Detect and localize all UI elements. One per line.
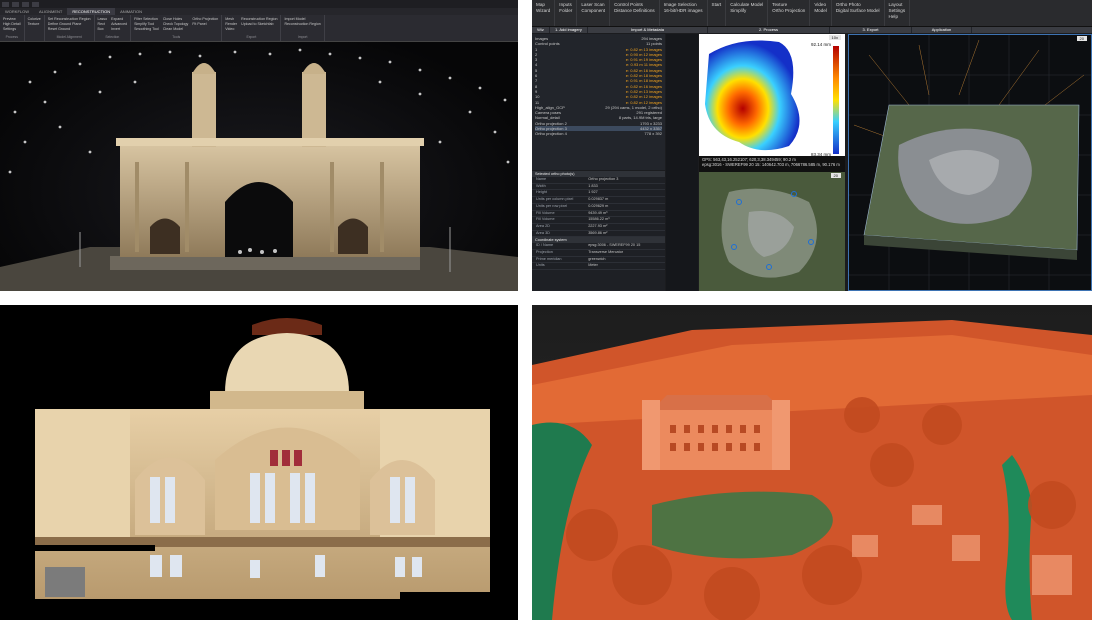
synagogue-section-render xyxy=(0,305,518,620)
property-row: Units Meter xyxy=(532,263,665,271)
group-label: Import xyxy=(297,35,308,39)
3d-viewport[interactable] xyxy=(0,42,518,291)
gateway-model-render xyxy=(0,48,518,291)
tab-alignment[interactable]: ALIGNMENT xyxy=(34,8,67,15)
property-row: Units per column pixel 0.029837 m xyxy=(532,197,665,204)
property-row: Width 1 833 xyxy=(532,184,665,191)
3d-model-view[interactable]: 20 xyxy=(848,34,1092,291)
group-label: Process xyxy=(5,35,18,39)
simplify-button[interactable]: Simplify xyxy=(730,8,763,14)
component-button[interactable]: Component xyxy=(581,8,605,14)
tab-export[interactable]: 3. Export xyxy=(830,27,912,33)
property-row: Height 1 927 xyxy=(532,190,665,198)
smoothing-tool-button[interactable]: Smoothing Tool xyxy=(134,27,159,32)
ribbon-group-process: Colorize Texture xyxy=(25,15,45,41)
property-row: Area 3D 3569.86 m² xyxy=(532,231,665,238)
tab-process[interactable]: 2. Process xyxy=(708,27,830,33)
ribbon: Map Wizard Inputs Folder Laser Scan Compone… xyxy=(532,0,1092,27)
ribbon-group-model-alignment: Set Reconstruction Region Define Ground … xyxy=(45,15,95,41)
ribbon-tabs: WORKFLOW ALIGNMENT RECONSTRUCTION ANIMAT… xyxy=(0,8,518,15)
city-mesh-render xyxy=(532,305,1092,620)
undo-icon[interactable] xyxy=(22,1,29,7)
property-row: Units per row pixel 0.029629 m xyxy=(532,204,665,211)
hdr-images-button[interactable]: 16-bit/HDR images xyxy=(664,8,703,14)
group-label: Export xyxy=(246,35,257,39)
property-row: Fill Volume 9439.49 m³ xyxy=(532,211,665,218)
view-badge[interactable]: 20 xyxy=(1076,36,1087,41)
app-icon xyxy=(2,1,9,7)
dsm-button[interactable]: Digital Surface Model xyxy=(836,8,880,14)
building-section-image xyxy=(35,318,490,602)
project-tree[interactable]: Images 294 images Control points 11 points… xyxy=(532,34,665,170)
save-icon[interactable] xyxy=(12,1,19,7)
sketchfab-button[interactable]: Upload to Sketchfab xyxy=(241,22,277,27)
terrain-model-render xyxy=(849,35,1091,290)
folder-button[interactable]: Folder xyxy=(559,8,572,14)
video-button[interactable]: Video xyxy=(225,27,237,32)
property-row: ID / Name epsg:3006 - SWEREF99 20 15 xyxy=(532,243,665,251)
tab-workflow[interactable]: WORKFLOW xyxy=(0,8,34,15)
ribbon-group-tools: Filter Selection Simplify Tool Smoothing… xyxy=(131,15,223,41)
fit-panel-button[interactable]: Fit Panel xyxy=(192,22,218,27)
heatmap-view[interactable]: 10x 92.14 mm 83.34 mm xyxy=(699,34,845,171)
heatmap-render xyxy=(705,40,839,154)
texture-button[interactable]: Texture xyxy=(28,22,41,27)
help-button[interactable]: Help xyxy=(889,14,906,20)
settings-button[interactable]: Settings xyxy=(3,27,21,32)
ribbon-group-import: Import Model Reconstruction Region Impor… xyxy=(281,15,325,41)
group-label: Selection xyxy=(105,35,120,39)
group-label: Model Alignment xyxy=(56,35,82,39)
reset-ground-button[interactable]: Reset Ground xyxy=(48,27,91,32)
import-region-button[interactable]: Reconstruction Region xyxy=(284,22,320,27)
property-row: Prime meridian greenwich xyxy=(532,257,665,264)
distance-definitions-button[interactable]: Distance Definitions xyxy=(614,8,655,14)
tab-add-imagery[interactable]: 1. Add imagery xyxy=(550,27,588,33)
ortho-projection-button[interactable]: Ortho Projection xyxy=(772,8,805,14)
tab-wiz[interactable]: Wiz xyxy=(532,27,550,33)
box-button[interactable]: Box xyxy=(98,27,108,32)
tab-animation[interactable]: ANIMATION xyxy=(115,8,147,15)
start-button[interactable]: Start xyxy=(712,2,722,8)
city-model-image xyxy=(532,305,1092,620)
model-button[interactable]: Model xyxy=(814,8,827,14)
realitycapture-window: WORKFLOW ALIGNMENT RECONSTRUCTION ANIMAT… xyxy=(0,0,518,291)
tree-row[interactable]: Ortho projection 4 778 x 392 xyxy=(535,131,662,136)
ortho-photo-view[interactable]: 20 xyxy=(699,172,845,291)
ribbon: Preview High Detail Settings Process Col… xyxy=(0,15,518,42)
ribbon-group-view: Preview High Detail Settings Process xyxy=(0,15,25,41)
view-badge[interactable]: 20 xyxy=(830,173,841,178)
clean-model-button[interactable]: Clean Model xyxy=(163,27,189,32)
property-row: Name Ortho projection 3 xyxy=(532,177,665,184)
properties-panel: Selected ortho photo(s) Name Ortho projec… xyxy=(532,171,665,291)
zoom-badge[interactable]: 10x xyxy=(828,35,841,40)
workflow-tabs: Wiz 1. Add imagery Import & Metadata 2. … xyxy=(532,27,1092,33)
invert-button[interactable]: Invert xyxy=(111,27,127,32)
heatmap-max-label: 92.14 mm xyxy=(810,42,831,47)
property-row: Fill Volume 15586.22 m³ xyxy=(532,217,665,224)
tab-application[interactable]: Application xyxy=(912,27,972,33)
ribbon-group-selection: Lasso Rect Box Expand Advanced Invert Se… xyxy=(95,15,132,41)
redo-icon[interactable] xyxy=(32,1,39,7)
thumbnail-strip[interactable] xyxy=(666,34,698,291)
status-readout: GPS: 563,43,16.252107; 620,3,38.349459; … xyxy=(699,156,845,172)
orthophoto-render xyxy=(699,172,845,291)
title-bar xyxy=(0,0,518,8)
tab-reconstruction[interactable]: RECONSTRUCTION xyxy=(67,8,116,15)
property-row: Projection Transverse Mercator xyxy=(532,250,665,257)
map-wizard-label: Wizard xyxy=(536,8,551,13)
ribbon-group-export: Mesh Render Video Reconstruction Region … xyxy=(222,15,282,41)
tab-import-metadata[interactable]: Import & Metadata xyxy=(588,27,708,33)
group-label: Tools xyxy=(172,35,181,39)
zephyr-window: Map Wizard Inputs Folder Laser Scan Compone… xyxy=(532,0,1092,291)
property-row: Area 2D 2227.93 m² xyxy=(532,224,665,231)
